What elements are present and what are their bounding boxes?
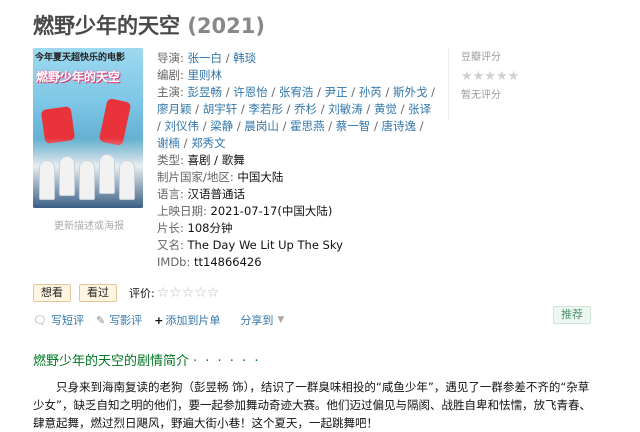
summary-heading: 燃野少年的天空的剧情简介 · · · · · · <box>33 350 260 369</box>
language-row: 语言: 汉语普通话 <box>157 186 437 203</box>
add-to-list-label: 添加到片单 <box>165 314 221 327</box>
cast-link[interactable]: 斯外戈 <box>393 85 428 99</box>
rating-panel: 豆瓣评分 ★★★★★ 暂无评分 <box>448 48 544 120</box>
cast-link[interactable]: 黄觉 <box>374 102 397 116</box>
imdb-value: tt14866426 <box>194 255 262 269</box>
poster-figure <box>99 154 115 194</box>
share-button[interactable]: 分享到 ▼ <box>240 312 284 328</box>
watched-button[interactable]: 看过 <box>79 284 117 302</box>
write-short-review-label: 写短评 <box>50 314 84 327</box>
cast-link[interactable]: 谢楠 <box>157 136 180 150</box>
poster-figures <box>33 138 143 208</box>
rate-label: 评价: <box>129 287 155 300</box>
user-action-bar: 想看 看过 评价: ☆☆☆☆☆ <box>33 284 219 302</box>
genre-row: 类型: 喜剧 / 歌舞 <box>157 152 437 169</box>
cast-link[interactable]: 孙芮 <box>359 85 382 99</box>
poster-name-text: 燃野少年的天空 <box>36 70 121 84</box>
runtime-label: 片长: <box>157 221 184 235</box>
movie-info: 导演: 张一白 / 韩琰 编剧: 里则林 主演: 彭昱畅 / 许恩怡 / 张宥浩… <box>157 50 437 271</box>
movie-poster[interactable]: 今年夏天超快乐的电影 燃野少年的天空 <box>33 48 143 208</box>
rating-stars-icon: ★★★★★ <box>461 69 520 84</box>
aka-row: 又名: The Day We Lit Up The Sky <box>157 237 437 254</box>
cast-link[interactable]: 刘敏涛 <box>328 102 363 116</box>
language-value: 汉语普通话 <box>187 187 246 201</box>
cast-link[interactable]: 唐诗逸 <box>381 119 416 133</box>
writer-row: 编剧: 里则林 <box>157 67 437 84</box>
country-value: 中国大陆 <box>237 170 284 184</box>
cast-link[interactable]: 胡宇轩 <box>203 102 238 116</box>
cast-link[interactable]: 蔡一智 <box>336 119 371 133</box>
update-poster-link[interactable]: 更新描述或海报 <box>54 217 124 232</box>
imdb-row: IMDb: tt14866426 <box>157 254 437 271</box>
cast-link[interactable]: 张宥浩 <box>279 85 314 99</box>
write-review-button[interactable]: ✎ 写影评 <box>96 312 142 328</box>
country-row: 制片国家/地区: 中国大陆 <box>157 169 437 186</box>
release-label: 上映日期: <box>157 204 207 218</box>
cast-link[interactable]: 彭昱畅 <box>188 85 223 99</box>
cast-link[interactable]: 刘仪伟 <box>165 119 200 133</box>
director-link[interactable]: 韩琰 <box>233 51 256 65</box>
cast-link[interactable]: 尹正 <box>325 85 348 99</box>
poster-figure <box>39 160 55 200</box>
page-title: 燃野少年的天空 (2021) <box>33 10 265 40</box>
director-row: 导演: 张一白 / 韩琰 <box>157 50 437 67</box>
add-to-list-button[interactable]: + 添加到片单 <box>154 312 220 328</box>
write-review-label: 写影评 <box>109 314 143 327</box>
want-to-watch-button[interactable]: 想看 <box>33 284 71 302</box>
secondary-actions: 🗨 写短评 ✎ 写影评 + 添加到片单 分享到 ▼ <box>33 312 593 328</box>
poster-figure <box>59 156 75 196</box>
writer-label: 编剧: <box>157 68 184 82</box>
director-label: 导演: <box>157 51 184 65</box>
country-label: 制片国家/地区: <box>157 170 234 184</box>
cast-link[interactable]: 郑秀文 <box>191 136 226 150</box>
release-row: 上映日期: 2021-07-17(中国大陆) <box>157 203 437 220</box>
aka-label: 又名: <box>157 238 184 252</box>
release-value: 2021-07-17(中国大陆) <box>210 204 333 218</box>
cast-link[interactable]: 廖月颖 <box>157 102 192 116</box>
cast-link[interactable]: 李若彤 <box>248 102 283 116</box>
genre-value: 喜剧 / 歌舞 <box>187 153 245 167</box>
imdb-label: IMDb: <box>157 255 191 269</box>
caret-down-icon: ▼ <box>277 315 285 325</box>
runtime-row: 片长: 108分钟 <box>157 220 437 237</box>
summary-title: 燃野少年的天空的剧情简介 <box>33 354 190 369</box>
share-label: 分享到 <box>240 314 274 327</box>
cast-row: 主演: 彭昱畅 / 许恩怡 / 张宥浩 / 尹正 / 孙芮 / 斯外戈 / 廖月… <box>157 85 435 150</box>
no-rating-text: 暂无评分 <box>461 90 501 101</box>
cast-link[interactable]: 乔杉 <box>294 102 317 116</box>
language-label: 语言: <box>157 187 184 201</box>
write-short-review-button[interactable]: 🗨 写短评 <box>33 312 84 328</box>
cast-label: 主演: <box>157 85 184 99</box>
pencil-icon: ✎ <box>95 313 106 327</box>
plus-icon: + <box>154 313 164 327</box>
poster-top-text: 今年夏天超快乐的电影 <box>35 53 126 63</box>
rate-stars-icon[interactable]: ☆☆☆☆☆ <box>157 285 220 301</box>
genre-label: 类型: <box>157 153 184 167</box>
movie-year: (2021) <box>187 14 265 38</box>
summary-dots: · · · · · · <box>193 354 261 369</box>
director-link[interactable]: 张一白 <box>188 51 223 65</box>
writer-link[interactable]: 里则林 <box>188 68 223 82</box>
cast-link[interactable]: 张译 <box>408 102 431 116</box>
poster-figure <box>79 160 95 200</box>
rating-label: 豆瓣评分 <box>461 52 501 63</box>
aka-value: The Day We Lit Up The Sky <box>187 238 343 252</box>
movie-name: 燃野少年的天空 <box>33 14 180 38</box>
separator: / <box>225 51 230 65</box>
recommend-button[interactable]: 推荐 <box>553 306 591 324</box>
summary-text: 只身来到海南复读的老狗（彭昱畅 饰），结识了一群臭味相投的“咸鱼少年”，遇见了一… <box>33 380 591 430</box>
poster-figure <box>119 160 135 200</box>
cast-link[interactable]: 许恩怡 <box>233 85 268 99</box>
cast-link[interactable]: 梁静 <box>210 119 233 133</box>
comment-icon: 🗨 <box>33 313 47 327</box>
cast-link[interactable]: 霍思燕 <box>290 119 325 133</box>
cast-link[interactable]: 晨岗山 <box>244 119 279 133</box>
runtime-value: 108分钟 <box>187 221 233 235</box>
